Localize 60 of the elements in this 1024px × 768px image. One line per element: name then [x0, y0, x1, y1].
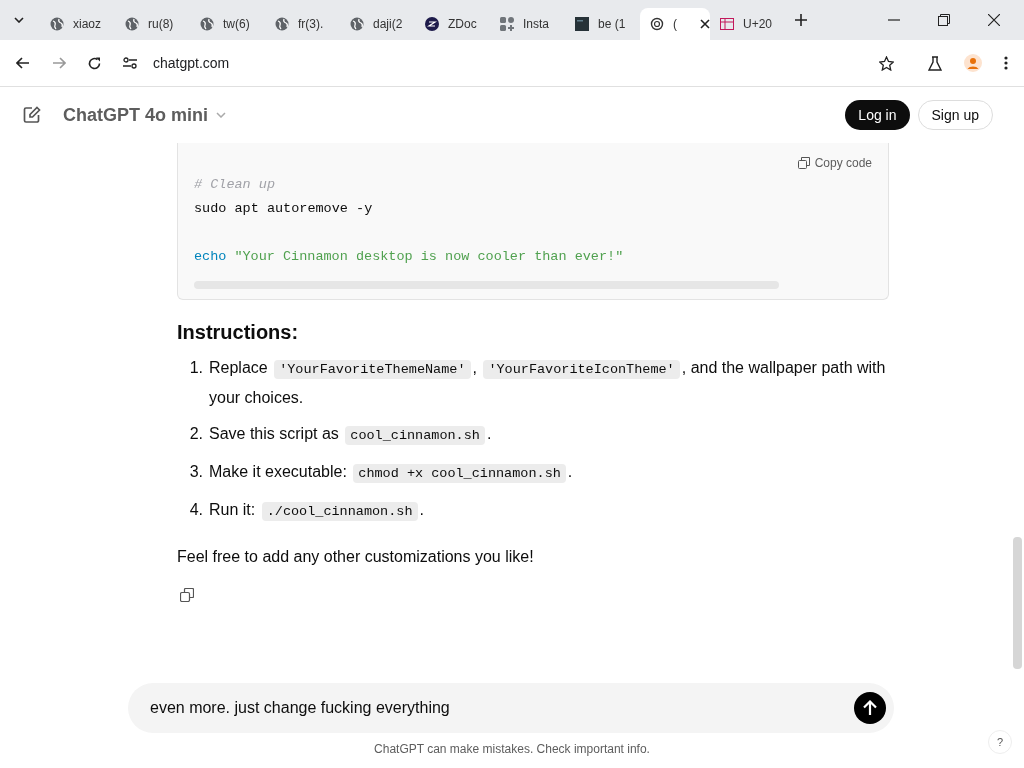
reload-icon[interactable]: [88, 56, 101, 70]
browser-tab[interactable]: be (1: [565, 8, 640, 40]
list-item-text: Make it executable: chmod +x cool_cinnamon.sh .: [209, 462, 573, 485]
more-icon[interactable]: [1004, 56, 1008, 70]
section-heading: Instructions:: [177, 321, 300, 344]
copy-icon[interactable]: [180, 588, 194, 602]
login-button[interactable]: Log in: [845, 100, 910, 130]
close-icon[interactable]: [988, 14, 1000, 26]
browser-tab[interactable]: fr(3).: [265, 8, 340, 40]
star-icon[interactable]: [879, 55, 894, 71]
circle-logo-icon: [425, 17, 439, 31]
model-selector[interactable]: ChatGPT 4o mini: [63, 104, 226, 126]
list-number: 2.: [188, 424, 203, 444]
list-number: 1.: [188, 358, 203, 378]
restore-icon[interactable]: [938, 14, 950, 26]
list-item-text: Save this script as cool_cinnamon.sh .: [209, 424, 492, 447]
browser-tab[interactable]: daji(2: [340, 8, 415, 40]
forward-icon[interactable]: [52, 57, 66, 69]
tab-list-icon[interactable]: [14, 17, 24, 23]
list-number: 4.: [188, 500, 203, 520]
copy-icon: [797, 157, 810, 169]
browser-tab[interactable]: tw(6): [190, 8, 265, 40]
site-settings-icon[interactable]: [123, 57, 137, 69]
signup-button[interactable]: Sign up: [917, 100, 993, 130]
disclaimer-text: ChatGPT can make mistakes. Check important info.: [373, 742, 651, 756]
code-comment: # Clean up: [194, 177, 275, 192]
arrow-up-icon: [863, 700, 877, 716]
message-text: Feel free to add any other customizations you like!: [177, 548, 535, 566]
code-string: "Your Cinnamon desktop is now cooler than ever!": [234, 249, 624, 264]
flask-icon[interactable]: [928, 55, 942, 71]
table-icon: [720, 17, 734, 31]
address-field[interactable]: chatgpt.com: [153, 55, 230, 71]
browser-tab[interactable]: Insta: [490, 8, 565, 40]
browser-tab[interactable]: U+20: [710, 8, 785, 40]
globe-icon: [350, 17, 364, 31]
dark-square-icon: [575, 17, 589, 31]
profile-icon[interactable]: [964, 54, 982, 72]
browser-tab[interactable]: xiaoz: [40, 8, 115, 40]
edit-icon[interactable]: [23, 106, 41, 124]
copy-code-button[interactable]: Copy code: [797, 153, 872, 173]
knot-logo-icon: [650, 17, 664, 31]
chevron-down-icon: [216, 112, 226, 118]
message-field[interactable]: even more. just change fucking everything: [128, 683, 894, 733]
browser-tab[interactable]: (: [640, 8, 710, 40]
globe-icon: [50, 17, 64, 31]
plus-icon[interactable]: [795, 14, 807, 26]
close-icon[interactable]: [700, 19, 710, 29]
help-button[interactable]: ?: [988, 730, 1012, 754]
globe-icon: [200, 17, 214, 31]
globe-icon: [125, 17, 139, 31]
list-item-text: Run it: ./cool_cinnamon.sh .: [209, 500, 424, 523]
list-item-text: Replace 'YourFavoriteThemeName' , 'YourFavoriteIconTheme' , and the wallpaper path with your choices.: [209, 358, 887, 408]
browser-tab[interactable]: ru(8): [115, 8, 190, 40]
back-icon[interactable]: [16, 57, 30, 69]
globe-icon: [275, 17, 289, 31]
apps-icon: [500, 17, 514, 31]
browser-tab[interactable]: ZDoc: [415, 8, 490, 40]
list-number: 3.: [188, 462, 203, 482]
code-keyword: echo: [194, 249, 227, 264]
code-line: sudo apt autoremove -y: [194, 201, 373, 216]
